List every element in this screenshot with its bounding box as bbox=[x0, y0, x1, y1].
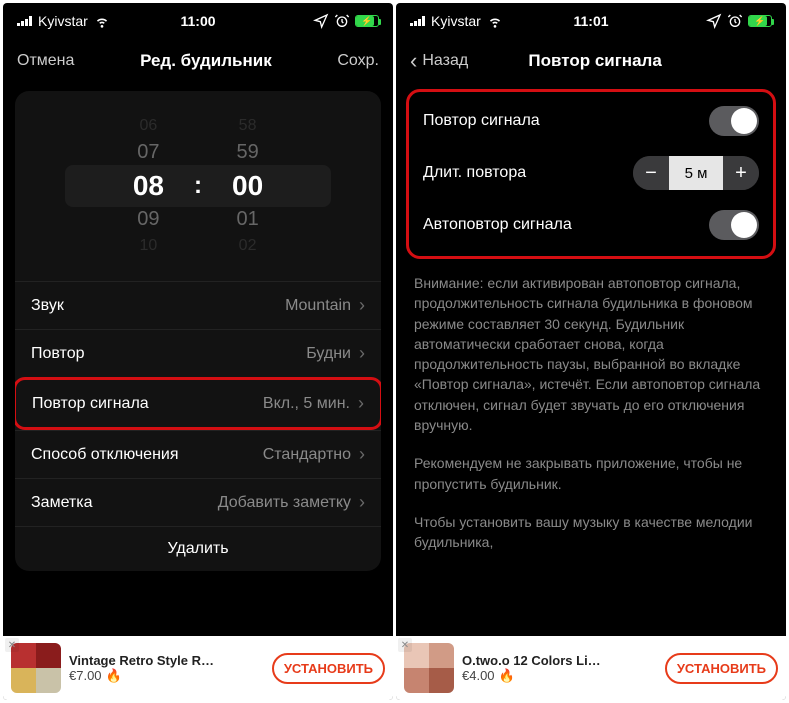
carrier-label: Kyivstar bbox=[38, 13, 88, 29]
cancel-button[interactable]: Отмена bbox=[17, 52, 74, 70]
row-label: Способ отключения bbox=[31, 446, 179, 464]
minute-column[interactable]: 58 59 00 01 02 bbox=[232, 117, 263, 255]
wifi-icon bbox=[94, 13, 110, 29]
save-button[interactable]: Сохр. bbox=[337, 52, 379, 70]
info-text: Внимание: если активирован автоповтор си… bbox=[396, 259, 786, 571]
status-time: 11:01 bbox=[573, 13, 608, 29]
location-icon bbox=[706, 13, 722, 29]
chevron-right-icon: › bbox=[358, 393, 364, 414]
chevron-right-icon: › bbox=[359, 295, 365, 316]
fire-icon: 🔥 bbox=[106, 668, 122, 684]
chevron-right-icon: › bbox=[359, 492, 365, 513]
chevron-left-icon: ‹ bbox=[410, 48, 417, 74]
back-button[interactable]: ‹ Назад bbox=[410, 48, 468, 74]
setting-duration: Длит. повтора − 5 м + bbox=[417, 146, 765, 200]
fire-icon: 🔥 bbox=[499, 668, 515, 684]
signal-icon bbox=[410, 16, 425, 26]
phone-left: Kyivstar 11:00 ⚡ Отмена Ред. будильник С… bbox=[3, 3, 393, 700]
page-title: Повтор сигнала bbox=[528, 51, 661, 71]
row-sound[interactable]: Звук Mountain› bbox=[15, 281, 381, 329]
carrier-label: Kyivstar bbox=[431, 13, 481, 29]
row-label: Повтор сигнала bbox=[32, 395, 149, 413]
signal-icon bbox=[17, 16, 32, 26]
ad-close-icon[interactable]: ✕ bbox=[5, 638, 19, 652]
alarm-card: 06 07 08 09 10 : 58 59 00 01 02 Звук Mou… bbox=[15, 91, 381, 571]
row-dismiss[interactable]: Способ отключения Стандартно› bbox=[15, 430, 381, 478]
status-time: 11:00 bbox=[180, 13, 215, 29]
row-label: Звук bbox=[31, 297, 64, 315]
row-label: Заметка bbox=[31, 494, 93, 512]
nav-bar: ‹ Назад Повтор сигнала bbox=[396, 39, 786, 83]
ad-title: Vintage Retro Style R… bbox=[69, 653, 219, 668]
battery-icon: ⚡ bbox=[748, 15, 772, 27]
phone-right: Kyivstar 11:01 ⚡ ‹ Назад Повтор сигнала … bbox=[396, 3, 786, 700]
chevron-right-icon: › bbox=[359, 444, 365, 465]
stepper-plus-button[interactable]: + bbox=[723, 156, 759, 190]
setting-label: Повтор сигнала bbox=[423, 112, 540, 130]
delete-button[interactable]: Удалить bbox=[15, 526, 381, 571]
setting-snooze: Повтор сигнала bbox=[417, 96, 765, 146]
chevron-right-icon: › bbox=[359, 343, 365, 364]
wifi-icon bbox=[487, 13, 503, 29]
ad-price: €7.00 bbox=[69, 668, 102, 683]
row-label: Повтор bbox=[31, 345, 85, 363]
alarm-icon bbox=[334, 13, 350, 29]
ad-title: O.two.o 12 Colors Li… bbox=[462, 653, 612, 668]
ad-banner[interactable]: ✕ O.two.o 12 Colors Li… €4.00 🔥 УСТАНОВИ… bbox=[396, 636, 786, 700]
ad-price: €4.00 bbox=[462, 668, 495, 683]
stepper-minus-button[interactable]: − bbox=[633, 156, 669, 190]
page-title: Ред. будильник bbox=[140, 51, 272, 71]
setting-autorepeat: Автоповтор сигнала bbox=[417, 200, 765, 250]
battery-icon: ⚡ bbox=[355, 15, 379, 27]
settings-highlight: Повтор сигнала Длит. повтора − 5 м + Авт… bbox=[406, 89, 776, 259]
snooze-toggle[interactable] bbox=[709, 106, 759, 136]
alarm-icon bbox=[727, 13, 743, 29]
row-snooze[interactable]: Повтор сигнала Вкл., 5 мин.› bbox=[15, 377, 381, 430]
row-repeat[interactable]: Повтор Будни› bbox=[15, 329, 381, 377]
location-icon bbox=[313, 13, 329, 29]
time-colon: : bbox=[194, 172, 202, 200]
ad-install-button[interactable]: УСТАНОВИТЬ bbox=[665, 653, 778, 684]
autorepeat-toggle[interactable] bbox=[709, 210, 759, 240]
hour-column[interactable]: 06 07 08 09 10 bbox=[133, 117, 164, 255]
ad-close-icon[interactable]: ✕ bbox=[398, 638, 412, 652]
time-picker[interactable]: 06 07 08 09 10 : 58 59 00 01 02 bbox=[15, 91, 381, 281]
duration-stepper: − 5 м + bbox=[633, 156, 759, 190]
stepper-value: 5 м bbox=[669, 156, 723, 190]
nav-bar: Отмена Ред. будильник Сохр. bbox=[3, 39, 393, 83]
ad-install-button[interactable]: УСТАНОВИТЬ bbox=[272, 653, 385, 684]
ad-banner[interactable]: ✕ Vintage Retro Style R… €7.00 🔥 УСТАНОВ… bbox=[3, 636, 393, 700]
row-note[interactable]: Заметка Добавить заметку› bbox=[15, 478, 381, 526]
status-bar: Kyivstar 11:00 ⚡ bbox=[3, 3, 393, 39]
status-bar: Kyivstar 11:01 ⚡ bbox=[396, 3, 786, 39]
setting-label: Длит. повтора bbox=[423, 164, 526, 182]
setting-label: Автоповтор сигнала bbox=[423, 216, 572, 234]
